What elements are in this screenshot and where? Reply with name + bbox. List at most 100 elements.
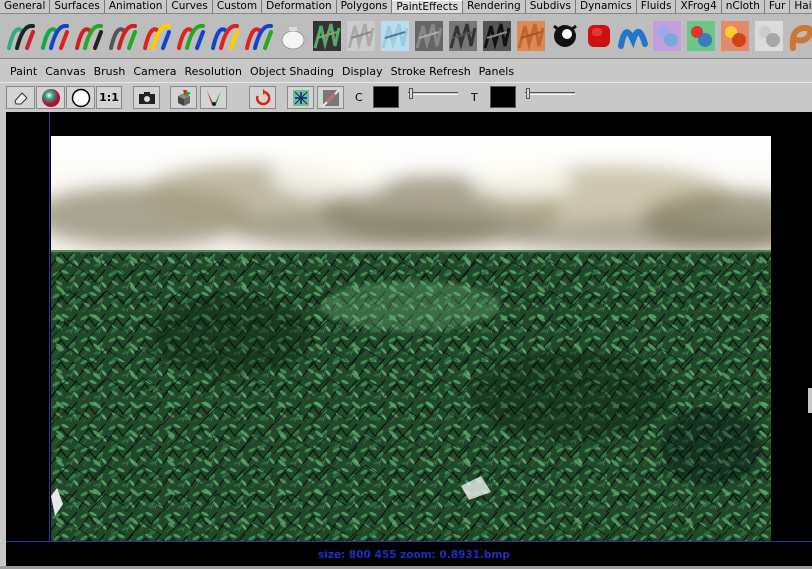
brush-preset-button[interactable] [200,86,227,109]
shelf-button-14[interactable] [480,17,513,55]
color-label: C [355,91,363,104]
smoke-icon [346,21,375,51]
shelf-tab-surfaces[interactable]: Surfaces [50,0,105,13]
shelf-button-2[interactable] [72,17,105,55]
shelf-tab-general[interactable]: General [0,0,51,13]
shelf-button-12[interactable] [412,17,445,55]
crystals-icon [380,21,409,51]
shelf-tab-rendering[interactable]: Rendering [463,0,526,13]
transparency-swatch[interactable] [490,86,516,108]
paint-cube-icon [177,89,191,106]
menu-stroke-refresh[interactable]: Stroke Refresh [387,64,475,80]
shelf-button-9[interactable] [310,17,343,55]
shelf-button-11[interactable] [378,17,411,55]
ink-strokes-icon [482,21,511,51]
shelf-button-3[interactable] [106,17,139,55]
painted-canvas[interactable] [51,136,771,541]
panel-resize-handle[interactable] [808,388,812,413]
transparency-slider-track[interactable] [525,92,575,95]
shelf-tab-subdivs[interactable]: Subdivs [526,0,576,13]
trees-icon [312,21,341,51]
menu-display[interactable]: Display [338,64,387,80]
shelf-tab-curves[interactable]: Curves [167,0,213,13]
shelf-button-8[interactable] [276,17,309,55]
menu-panels[interactable]: Panels [475,64,518,80]
canvas-painting [51,136,771,541]
menu-resolution[interactable]: Resolution [181,64,246,80]
transparency-label: T [471,91,478,104]
shelf-tab-fur[interactable]: Fur [765,0,791,13]
color-slider-thumb[interactable] [409,88,413,99]
teapot-icon [281,27,309,50]
paint-cube-icon [108,23,137,50]
shelf-button-20[interactable] [684,17,717,55]
shelf-tab-xfrog4[interactable]: XFrog4 [676,0,722,13]
brushes-v-icon [74,23,103,50]
color-swatch[interactable] [373,86,399,108]
shelf-tab-custom[interactable]: Custom [213,0,263,13]
swirl-dark-icon [552,24,577,47]
rainbow-swirl-icon [686,21,715,51]
brush-swirl-icon [40,23,69,50]
shelf-button-19[interactable] [650,17,683,55]
redraw-button[interactable] [249,86,276,109]
shelf-button-18[interactable] [616,17,649,55]
color-slider-track[interactable] [408,92,458,95]
menu-brush[interactable]: Brush [90,64,130,80]
figure-icon [414,21,443,51]
shelf-button-15[interactable] [514,17,547,55]
flames-icon [720,21,749,51]
shelf-button-1[interactable] [38,17,71,55]
eraser-icon [13,91,28,104]
shelf-button-21[interactable] [718,17,751,55]
menu-paint[interactable]: Paint [6,64,41,80]
shelf-button-10[interactable] [344,17,377,55]
wrap-canvas-button[interactable] [287,86,314,109]
shelf-button-13[interactable] [446,17,479,55]
wrap-arrows-icon [292,89,309,106]
one-to-one-label: 1:1 [99,91,119,104]
shelf-tab-deformation[interactable]: Deformation [262,0,337,13]
guide-line-vertical [49,112,50,569]
glitter-icon [652,21,681,51]
menu-camera[interactable]: Camera [129,64,180,80]
eraser-button[interactable] [6,86,35,109]
shelf-tab-painteffects[interactable]: PaintEffects [392,0,464,13]
transparency-slider-thumb[interactable] [526,88,530,99]
shelf-button-7[interactable] [242,17,275,55]
canvas-status-text: size: 800 455 zoom: 0.8931.bmp [318,549,510,561]
menu-canvas[interactable]: Canvas [41,64,89,80]
stroke-rainbow-icon [176,23,205,50]
tile-canvas-button[interactable] [317,86,344,109]
shelf-tabs: General Surfaces Animation Curves Custom Defo… [0,0,812,13]
mesh-icon [754,21,783,51]
shelf-tab-animation[interactable]: Animation [105,0,168,13]
shelf-button-17[interactable] [582,17,615,55]
shelf-button-23[interactable] [786,17,812,55]
color-sphere-button[interactable] [36,86,65,109]
tile-icon [321,88,340,107]
shelf-button-0[interactable] [4,17,37,55]
shelf-icon-row [0,13,812,59]
white-sphere-button[interactable] [66,86,95,109]
shelf-button-16[interactable] [548,17,581,55]
shelf-tab-fluids[interactable]: Fluids [637,0,677,13]
snapshot-button[interactable] [133,86,160,109]
shelf-button-5[interactable] [174,17,207,55]
paint-effects-toolbar: 1:1 C T [0,82,812,111]
menu-object-shading[interactable]: Object Shading [246,64,338,80]
shelf-tab-dynamics[interactable]: Dynamics [576,0,637,13]
shelf-tab-polygons[interactable]: Polygons [337,0,393,13]
shelf-tab-ncloth[interactable]: nCloth [722,0,765,13]
shelf-button-4[interactable] [140,17,173,55]
shelf-tab-hai[interactable]: Hai [790,0,812,13]
one-to-one-button[interactable]: 1:1 [96,86,122,109]
camera-icon [138,91,155,104]
stroke-rainbow-icon [244,23,273,50]
refresh-icon [255,88,270,105]
paint-canvas-button[interactable] [170,86,197,109]
stroke-rainbow-icon [142,23,171,50]
shelf-button-22[interactable] [752,17,785,55]
blue-wave-icon [617,29,648,49]
shelf-button-6[interactable] [208,17,241,55]
